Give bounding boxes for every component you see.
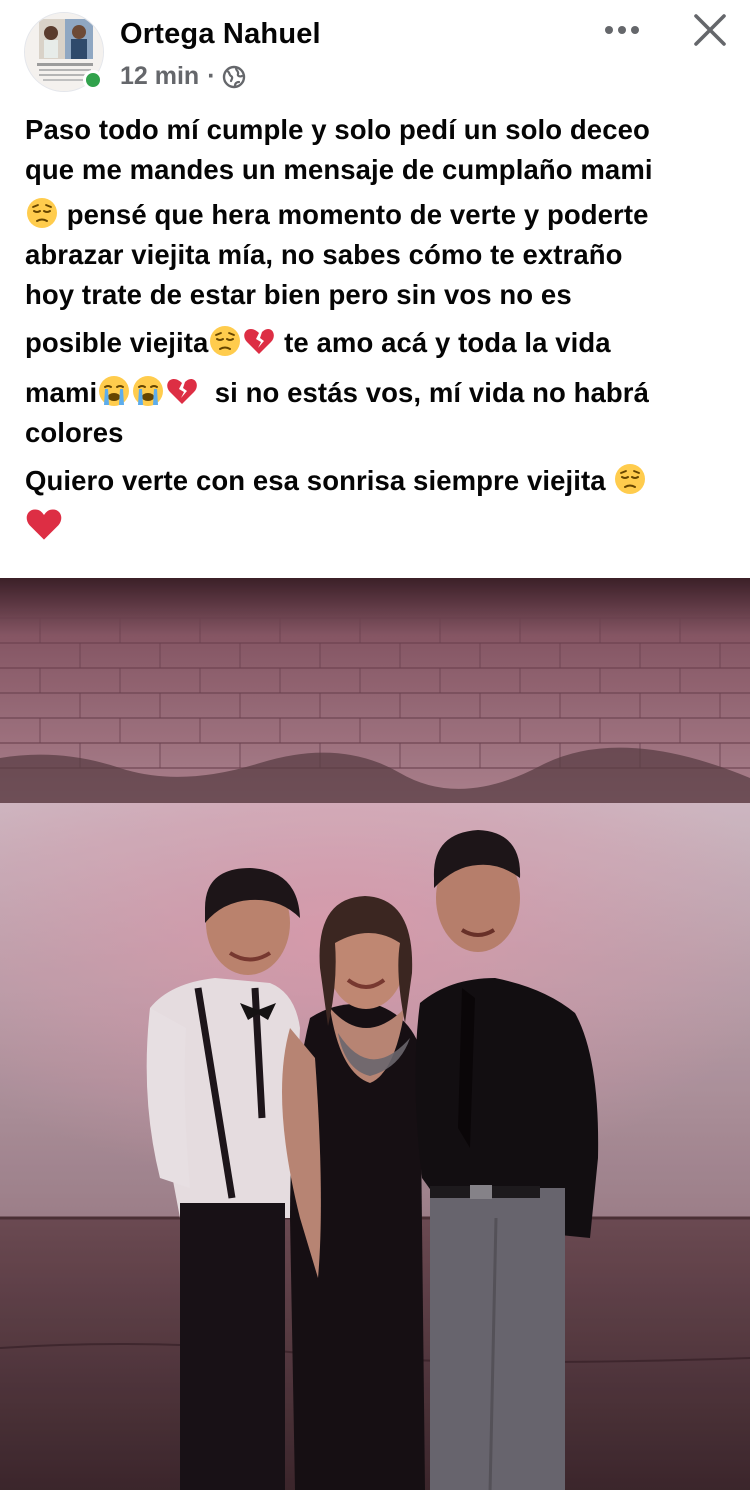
post-text-line: Paso todo mí cumple y solo pedí un solo … (25, 110, 730, 150)
text-segment: pensé que hera momento de verte y podert… (59, 199, 649, 230)
pensive-face-emoji-icon (25, 196, 59, 230)
pensive-face-emoji-icon (613, 462, 647, 496)
pensive-face-emoji-icon (208, 324, 242, 358)
post-meta: 12 min · (120, 62, 246, 91)
text-segment: Quiero verte con esa sonrisa siempre vie… (25, 465, 614, 496)
post-text-line: pensé que hera momento de verte y podert… (25, 195, 730, 235)
post-text: Paso todo mí cumple y solo pedí un solo … (25, 110, 730, 548)
more-options-icon (605, 26, 639, 34)
online-status-dot (83, 70, 103, 90)
author-name[interactable]: Ortega Nahuel (120, 18, 321, 51)
text-segment: hoy trate de estar bien pero sin vos no … (25, 279, 572, 310)
text-segment: si no estás vos, mí vida no habrá (199, 377, 650, 408)
post-text-line (25, 505, 730, 548)
close-icon (694, 14, 726, 46)
post-text-line: que me mandes un mensaje de cumplaño mam… (25, 150, 730, 190)
photo-image (0, 578, 750, 1490)
post-time[interactable]: 12 min (120, 62, 199, 91)
post-text-line: colores (25, 413, 730, 453)
loudly-crying-face-emoji-icon (97, 374, 131, 408)
post-photo[interactable] (0, 578, 750, 1490)
broken-heart-emoji-icon (165, 374, 199, 408)
text-segment: mami (25, 377, 98, 408)
text-segment: posible viejita (25, 327, 209, 358)
post-text-line: Quiero verte con esa sonrisa siempre vie… (25, 461, 730, 501)
text-segment: te amo acá y toda la vida (276, 327, 611, 358)
globe-icon[interactable] (222, 65, 246, 89)
text-segment: abrazar viejita mía, no sabes cómo te ex… (25, 239, 623, 270)
text-segment: que me mandes un mensaje de cumplaño mam… (25, 154, 653, 185)
red-heart-emoji-icon (25, 505, 63, 543)
more-options-button[interactable] (598, 12, 646, 48)
post-text-line: mami si no estás vos, mí vida no habrá (25, 373, 730, 413)
meta-separator: · (207, 62, 216, 90)
broken-heart-emoji-icon (242, 324, 276, 358)
post-header: Ortega Nahuel 12 min · (0, 0, 750, 100)
author-avatar-wrap[interactable] (24, 12, 104, 92)
text-segment: Paso todo mí cumple y solo pedí un solo … (25, 114, 650, 145)
post-text-line: abrazar viejita mía, no sabes cómo te ex… (25, 235, 730, 275)
post-text-line: posible viejita te amo acá y toda la vid… (25, 323, 730, 363)
text-segment: colores (25, 417, 124, 448)
close-button[interactable] (686, 6, 734, 54)
loudly-crying-face-emoji-icon (131, 374, 165, 408)
post-text-line: hoy trate de estar bien pero sin vos no … (25, 275, 730, 315)
